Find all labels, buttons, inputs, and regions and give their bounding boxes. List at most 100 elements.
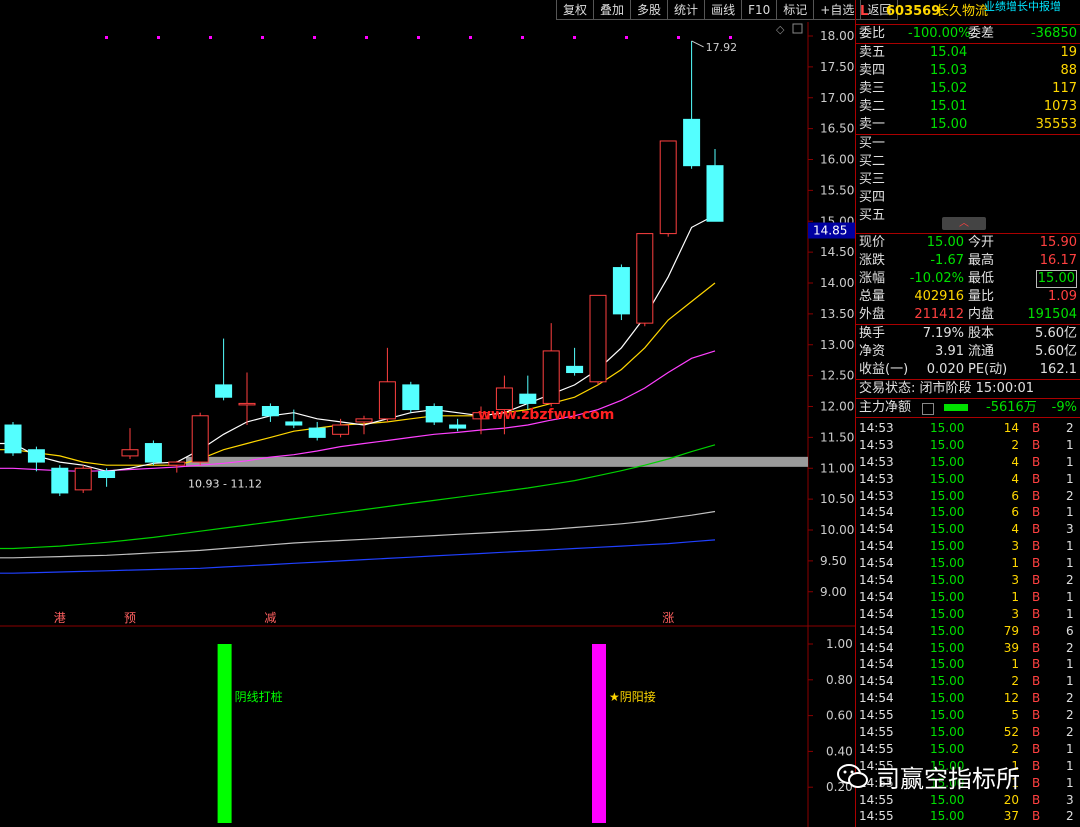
fundamental-rows: 换手 7.19% 股本 5.60亿 净资 3.91 流通 5.60亿 收益(一) 0.020 PE(… [856,325,1080,379]
stock-name: 长久物流 [936,4,989,19]
toolbar-button-5[interactable]: F10 [742,0,778,20]
y-tick-label: 17.00 [820,91,854,105]
candle[interactable] [144,440,162,466]
candle[interactable] [495,375,513,435]
candle[interactable] [238,372,256,426]
ask-list: 卖五 15.04 19 卖四 15.03 88 卖三 15.02 117 卖二 15.01 1073 卖… [856,44,1080,134]
committee-row: 委比 -100.00% 委差 -36850 [856,25,1080,43]
toolbar-button-0[interactable]: 复权 [557,0,595,20]
ask-row: 卖四 15.03 88 [856,62,1080,80]
collapse-button[interactable]: ︿ [942,217,986,230]
bid-row: 买四 [856,189,1080,207]
candle[interactable] [308,421,326,441]
tick-volume: 37 [1003,809,1019,824]
toolbar-button-1[interactable]: 叠加 [594,0,632,20]
signal-dot [261,36,264,39]
pane-toggle-icon[interactable] [792,23,803,34]
toolbar-button-4[interactable]: 画线 [705,0,743,20]
toolbar-button-6[interactable]: 标记 [777,0,815,20]
candle-body [519,393,537,404]
candle[interactable] [215,338,233,401]
committee-diff: -36850 [1030,26,1077,41]
bid-label: 买二 [859,154,886,169]
candle-body [332,424,350,435]
candle[interactable] [589,294,607,385]
tick-side: B [1032,606,1041,621]
tick-count: 2 [1066,809,1074,824]
tick-count: 3 [1066,522,1074,537]
list-icon[interactable] [922,403,934,415]
candle[interactable] [74,465,92,493]
candle-body [683,118,701,167]
candle[interactable] [285,409,303,429]
candle[interactable] [378,347,396,422]
quote-row: 涨跌 -1.67 最高 16.17 [856,252,1080,270]
candle[interactable] [261,403,279,422]
tick-row: 14:53 15.00 4 B 1 [856,454,1080,471]
ma120-line [0,510,716,559]
tick-volume: 1 [1011,556,1019,571]
candle[interactable] [27,446,45,472]
ma250-line [0,539,716,574]
ask-label: 卖二 [859,99,886,114]
signal-dot [417,36,420,39]
ask-volume: 1073 [1043,99,1077,114]
tick-volume: 6 [1011,488,1019,503]
candle[interactable] [191,412,209,466]
quote-label: 量比 [968,289,995,304]
tick-row: 14:54 15.00 3 B 2 [856,572,1080,589]
tick-time: 14:53 [859,437,894,452]
tick-time: 14:55 [859,809,894,824]
candle[interactable] [449,418,467,432]
y-tick-label: 17.50 [820,60,854,74]
candle[interactable] [706,149,724,222]
tick-side: B [1032,421,1041,435]
candle[interactable] [98,468,116,487]
tick-row: 14:54 15.00 3 B 1 [856,606,1080,623]
candle[interactable] [121,428,139,459]
ask-volume: 19 [1060,45,1077,60]
candle-body [636,233,654,324]
tick-price: 15.00 [930,573,965,588]
quote-label: 最高 [968,253,995,268]
candle-body [402,384,420,411]
wechat-icon [837,764,868,788]
tick-side: B [1032,589,1041,604]
candle[interactable] [355,415,373,435]
ma10-line [0,282,716,466]
fundamental-row: 换手 7.19% 股本 5.60亿 [856,325,1080,343]
candle[interactable] [566,347,584,376]
bid-label: 买三 [859,172,886,187]
tick-volume: 5 [1011,708,1019,723]
candle[interactable] [542,323,560,407]
ask-price: 15.01 [930,99,968,114]
candle[interactable] [51,465,69,497]
candle[interactable] [425,403,443,426]
tick-time: 14:53 [859,488,894,503]
bid-row: 买一 [856,135,1080,153]
tick-count: 6 [1066,623,1074,638]
candle[interactable] [683,40,701,169]
candle[interactable] [4,421,22,456]
tick-count: 2 [1066,691,1074,706]
tick-side: B [1032,522,1041,537]
tick-row: 14:54 15.00 1 B 1 [856,656,1080,673]
main-force-row: 主力净额 -5616万 -9% [856,399,1080,417]
fundamental-value: 162.1 [1039,362,1077,377]
kline-chart[interactable]: ◇ 18.0017.5017.0016.5016.0015.5015.0014.5… [0,0,855,827]
toolbar-button-2[interactable]: 多股 [631,0,669,20]
y-tick-label: 11.50 [820,430,854,444]
tick-volume: 4 [1011,454,1019,469]
candle[interactable] [612,264,630,321]
y-tick-label: 13.50 [820,307,854,321]
candle[interactable] [659,140,677,237]
diamond-icon: ◇ [776,23,785,36]
candle[interactable] [519,375,537,410]
account-watermark-text: 司赢空指标所 [876,764,1020,793]
ask-row: 卖一 15.00 35553 [856,116,1080,134]
candle[interactable] [636,233,654,327]
candle[interactable] [402,381,420,413]
toolbar-button-3[interactable]: 统计 [668,0,706,20]
quote-row: 外盘 211412 内盘 191504 [856,306,1080,324]
quote-value: 402916 [914,289,964,304]
